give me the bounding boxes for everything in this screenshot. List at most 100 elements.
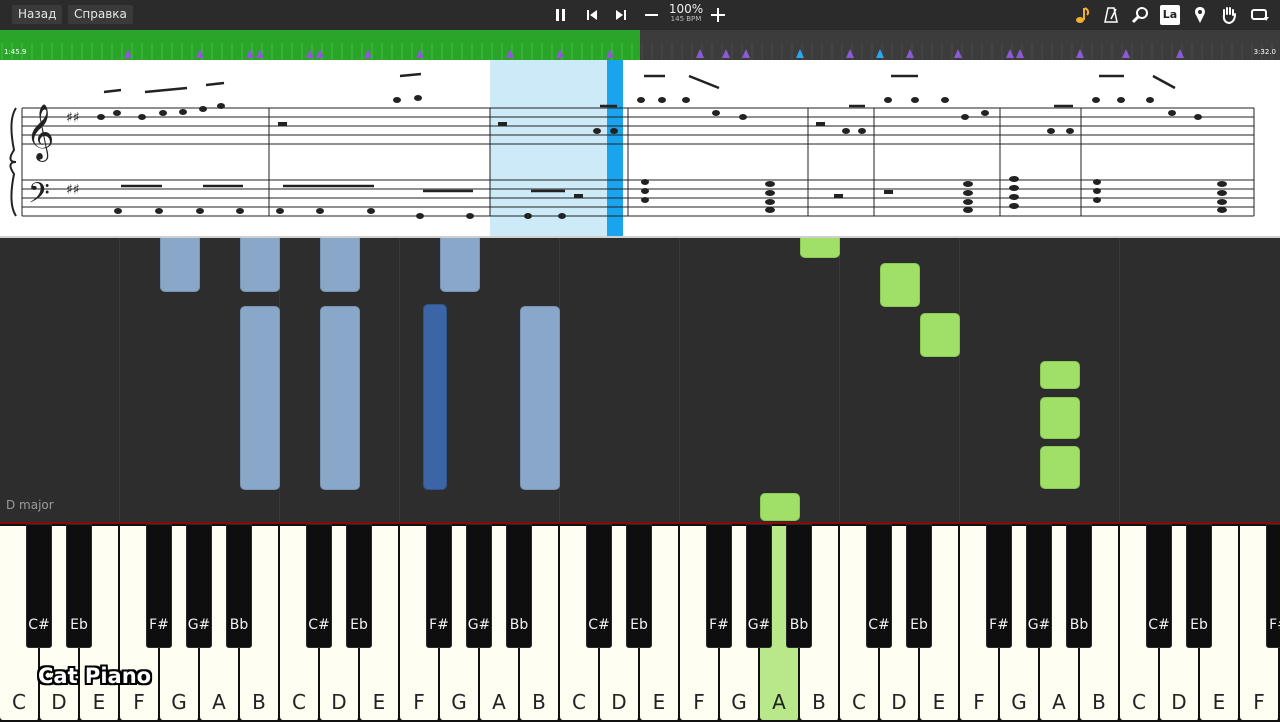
skip-forward-icon[interactable] bbox=[611, 5, 631, 25]
top-toolbar: Назад Справка 100% 145 BPM La bbox=[0, 0, 1280, 30]
falling-note bbox=[1040, 446, 1080, 489]
black-key-bb[interactable]: Bb bbox=[226, 524, 252, 648]
black-key-bb[interactable]: Bb bbox=[1066, 524, 1092, 648]
staff-notation: 𝄞 𝄢 ♯♯ ♯♯ bbox=[9, 72, 1255, 219]
falling-note bbox=[920, 313, 960, 357]
white-key-label: A bbox=[212, 690, 226, 714]
black-key-eb[interactable]: Eb bbox=[1186, 524, 1212, 648]
section-marker bbox=[416, 49, 424, 58]
black-key-csharp[interactable]: C# bbox=[1146, 524, 1172, 648]
black-key-eb[interactable]: Eb bbox=[66, 524, 92, 648]
section-marker bbox=[1076, 49, 1084, 58]
section-marker bbox=[1176, 49, 1184, 58]
black-key-eb[interactable]: Eb bbox=[906, 524, 932, 648]
skip-back-icon[interactable] bbox=[582, 5, 602, 25]
speed-percent: 100% bbox=[668, 2, 704, 16]
minus-icon[interactable] bbox=[642, 5, 662, 25]
black-key-csharp[interactable]: C# bbox=[866, 524, 892, 648]
black-key-gsharp[interactable]: G# bbox=[186, 524, 212, 648]
black-key-eb[interactable]: Eb bbox=[346, 524, 372, 648]
black-key-gsharp[interactable]: G# bbox=[1026, 524, 1052, 648]
falling-note bbox=[240, 238, 280, 292]
white-key-label: B bbox=[252, 690, 266, 714]
black-key-label: C# bbox=[28, 617, 50, 633]
white-key-label: B bbox=[812, 690, 826, 714]
section-marker bbox=[696, 49, 704, 58]
white-key-label: C bbox=[292, 690, 306, 714]
white-key-label: G bbox=[171, 690, 187, 714]
grid-line bbox=[679, 238, 680, 522]
back-button[interactable]: Назад bbox=[12, 5, 63, 24]
metronome-icon[interactable] bbox=[1101, 5, 1121, 25]
section-marker bbox=[846, 49, 854, 58]
section-marker bbox=[364, 49, 372, 58]
white-key-label: A bbox=[772, 690, 786, 714]
loop-icon[interactable] bbox=[1249, 5, 1269, 25]
timeline-scrubber[interactable]: 1:45.9 3:32.0 bbox=[0, 30, 1280, 60]
black-key-eb[interactable]: Eb bbox=[626, 524, 652, 648]
white-key-label: D bbox=[891, 690, 907, 714]
black-key-label: C# bbox=[308, 617, 330, 633]
speed-display: 100% 145 BPM bbox=[664, 3, 708, 24]
white-key-label: B bbox=[532, 690, 546, 714]
black-key-csharp[interactable]: C# bbox=[306, 524, 332, 648]
black-key-label: G# bbox=[187, 617, 211, 633]
section-marker bbox=[1006, 49, 1014, 58]
black-key-label: C# bbox=[588, 617, 610, 633]
la-icon[interactable]: La bbox=[1160, 5, 1180, 25]
black-key-label: F# bbox=[149, 617, 169, 633]
svg-text:♯♯: ♯♯ bbox=[66, 110, 80, 126]
marker-icon[interactable] bbox=[1190, 5, 1210, 25]
falling-note bbox=[520, 306, 560, 490]
section-marker bbox=[876, 49, 884, 58]
white-key-label: E bbox=[932, 690, 946, 714]
black-key-label: G# bbox=[747, 617, 771, 633]
section-marker bbox=[506, 49, 514, 58]
hand-icon[interactable] bbox=[1219, 5, 1239, 25]
falling-note bbox=[160, 238, 200, 292]
black-key-bb[interactable]: Bb bbox=[506, 524, 532, 648]
black-key-bb[interactable]: Bb bbox=[786, 524, 812, 648]
black-key-csharp[interactable]: C# bbox=[586, 524, 612, 648]
section-marker bbox=[1016, 49, 1024, 58]
black-key-csharp[interactable]: C# bbox=[26, 524, 52, 648]
pause-icon[interactable] bbox=[551, 5, 571, 25]
black-key-label: Eb bbox=[910, 617, 928, 633]
black-key-fsharp[interactable]: F# bbox=[1266, 524, 1280, 648]
section-marker bbox=[722, 49, 730, 58]
falling-note bbox=[320, 306, 360, 490]
plus-icon[interactable] bbox=[708, 5, 728, 25]
black-key-fsharp[interactable]: F# bbox=[986, 524, 1012, 648]
svg-text:𝄞: 𝄞 bbox=[26, 104, 54, 162]
section-marker bbox=[124, 49, 132, 58]
grid-line bbox=[1119, 238, 1120, 522]
key-signature-label: D major bbox=[6, 498, 54, 512]
black-key-label: Eb bbox=[350, 617, 368, 633]
falling-note bbox=[320, 238, 360, 292]
white-key-label: D bbox=[611, 690, 627, 714]
white-key-label: D bbox=[51, 690, 67, 714]
black-key-gsharp[interactable]: G# bbox=[746, 524, 772, 648]
white-key-label: G bbox=[1011, 690, 1027, 714]
falling-note bbox=[440, 238, 480, 292]
piano-keyboard[interactable]: C D E F G A B C D E F G A B C D E F G A B C D E F G A B C D E F C# Eb F# G#… bbox=[0, 522, 1280, 722]
white-key-label: F bbox=[1253, 690, 1265, 714]
black-key-fsharp[interactable]: F# bbox=[706, 524, 732, 648]
falling-note bbox=[880, 263, 920, 307]
black-key-fsharp[interactable]: F# bbox=[146, 524, 172, 648]
black-key-gsharp[interactable]: G# bbox=[466, 524, 492, 648]
white-key-label: E bbox=[372, 690, 386, 714]
help-button[interactable]: Справка bbox=[68, 5, 133, 24]
falling-note bbox=[1040, 361, 1080, 389]
black-key-label: F# bbox=[429, 617, 449, 633]
note-icon[interactable] bbox=[1072, 5, 1092, 25]
white-key-label: C bbox=[572, 690, 586, 714]
falling-note bbox=[1040, 397, 1080, 439]
section-marker bbox=[906, 49, 914, 58]
black-key-label: Bb bbox=[789, 617, 809, 633]
black-key-fsharp[interactable]: F# bbox=[426, 524, 452, 648]
black-key-label: G# bbox=[467, 617, 491, 633]
white-key-label: B bbox=[1092, 690, 1106, 714]
zoom-icon[interactable] bbox=[1130, 5, 1150, 25]
falling-note bbox=[800, 238, 840, 258]
